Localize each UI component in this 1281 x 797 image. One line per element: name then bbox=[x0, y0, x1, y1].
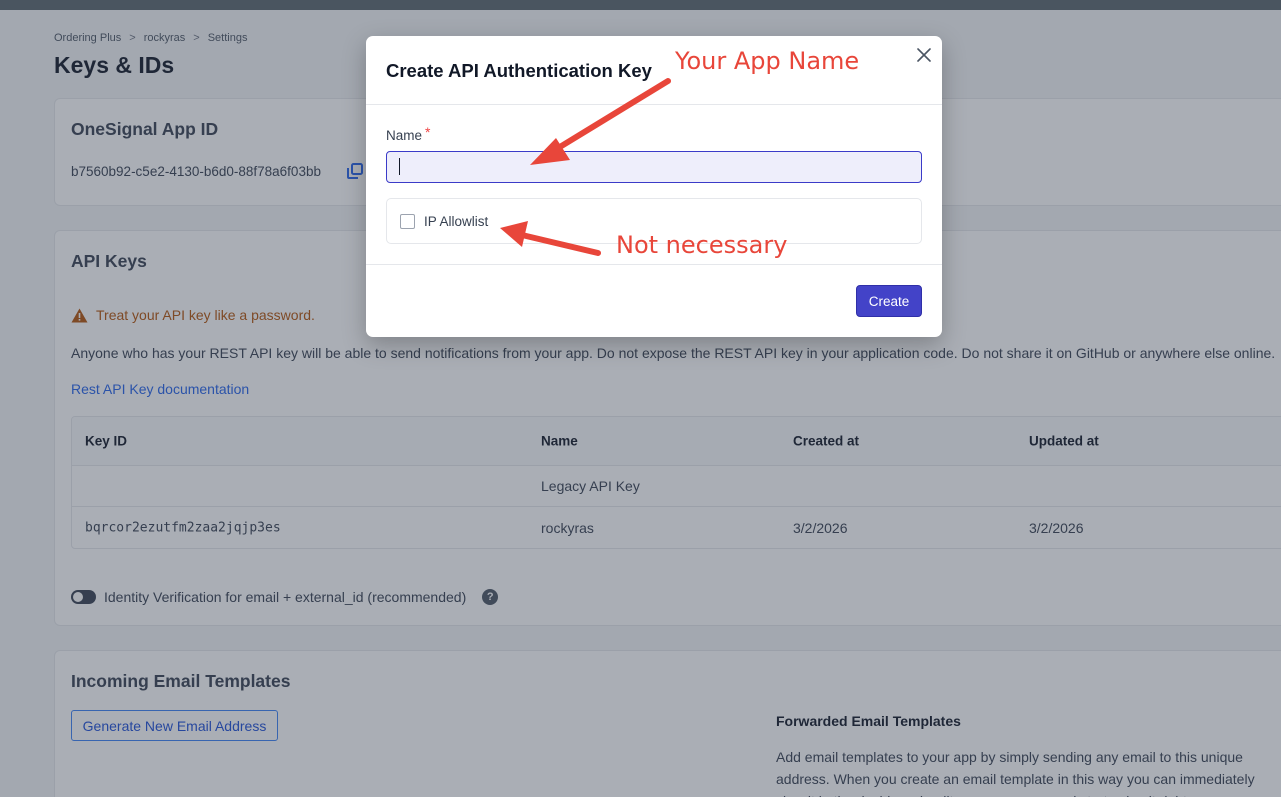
create-api-key-modal: Create API Authentication Key Name * IP A… bbox=[366, 36, 942, 337]
close-icon[interactable] bbox=[915, 46, 933, 64]
text-caret bbox=[399, 158, 400, 175]
create-button[interactable]: Create bbox=[856, 285, 922, 317]
modal-title: Create API Authentication Key bbox=[386, 60, 652, 81]
name-field-label: Name * bbox=[386, 124, 431, 143]
annotation-not-necessary: Not necessary bbox=[616, 231, 788, 259]
name-label-text: Name bbox=[386, 128, 423, 143]
top-bar bbox=[0, 0, 1281, 10]
modal-header-divider bbox=[366, 104, 942, 105]
ip-allowlist-label[interactable]: IP Allowlist bbox=[424, 214, 488, 229]
ip-allowlist-checkbox[interactable] bbox=[400, 214, 415, 229]
required-marker: * bbox=[425, 124, 431, 140]
name-input[interactable] bbox=[386, 151, 922, 183]
annotation-app-name: Your App Name bbox=[675, 47, 860, 75]
modal-footer-divider bbox=[366, 264, 942, 265]
